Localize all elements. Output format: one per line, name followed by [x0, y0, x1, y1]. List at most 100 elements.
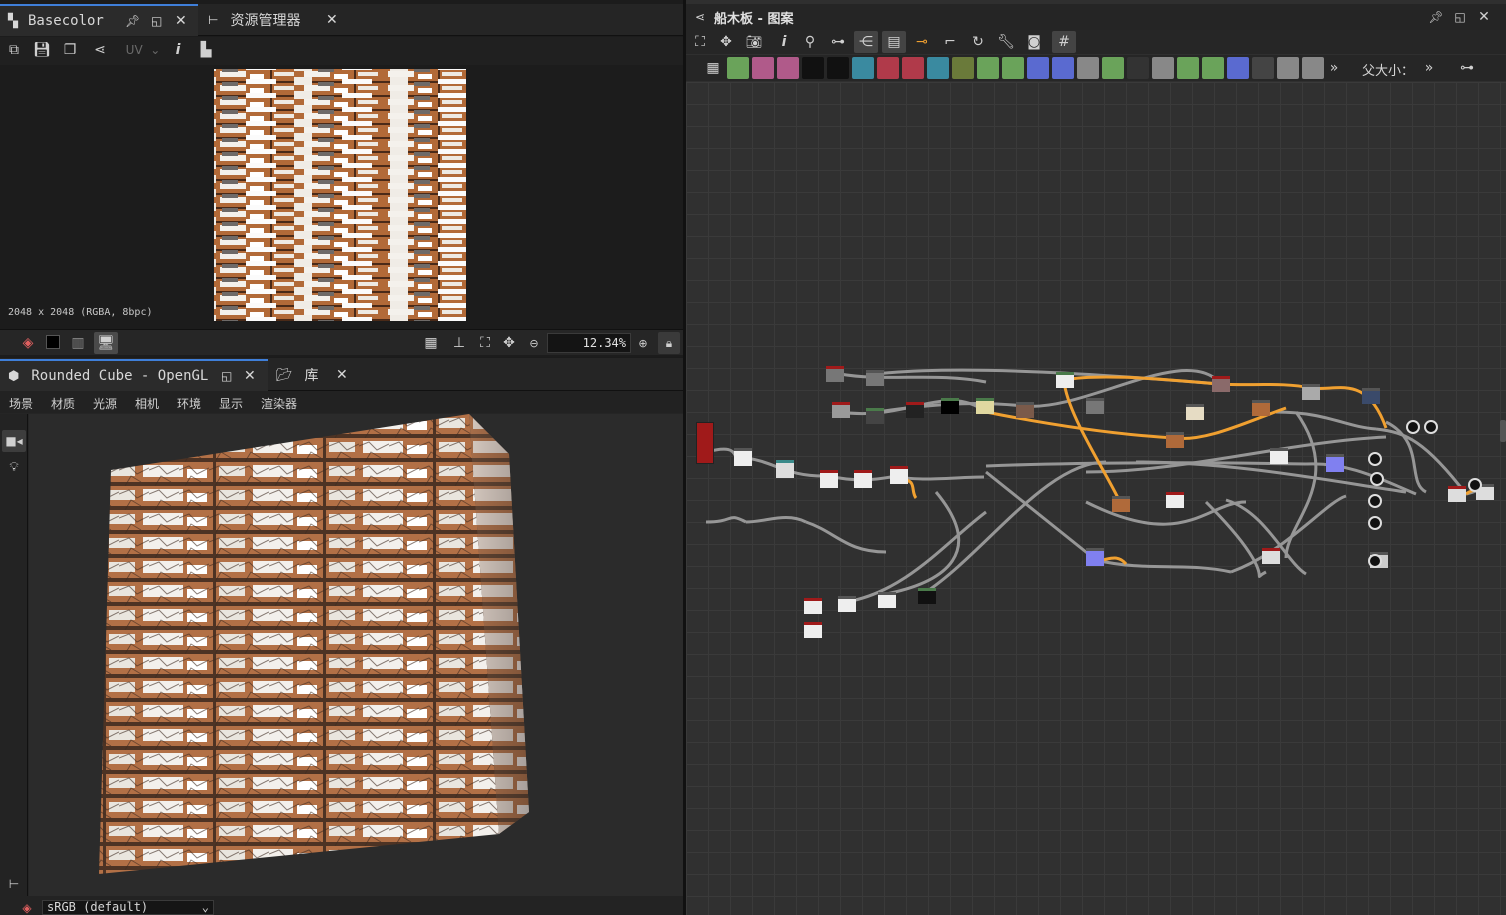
menu-material[interactable]: 材质 — [51, 395, 75, 412]
colorspace-dropdown[interactable]: sRGB (default) ⌄ — [42, 900, 214, 915]
float-icon[interactable]: ◱ — [1450, 7, 1470, 27]
wrench-icon[interactable]: 🔧︎ — [996, 32, 1016, 52]
graph-node[interactable] — [1212, 376, 1230, 392]
graph-node[interactable] — [1086, 398, 1104, 414]
graph-scrollbar[interactable] — [1500, 420, 1506, 442]
tiles-icon[interactable]: ▦ — [421, 333, 441, 353]
black-swatch-button[interactable] — [46, 335, 60, 349]
output-node-icon[interactable] — [1370, 472, 1384, 486]
graph-node[interactable] — [832, 402, 850, 418]
camera-icon[interactable]: ■◂ — [2, 430, 26, 452]
route-icon[interactable]: ⌐ — [940, 32, 960, 52]
info-icon[interactable]: i — [774, 32, 794, 52]
graph-node[interactable] — [1166, 432, 1184, 448]
graph-node[interactable] — [906, 402, 924, 418]
node-palette-icon[interactable] — [1252, 57, 1274, 79]
graph-node[interactable] — [1262, 548, 1280, 564]
graph-node[interactable] — [1056, 372, 1074, 388]
node-palette-icon[interactable] — [1002, 57, 1024, 79]
layers-icon[interactable]: ◈ — [16, 333, 40, 353]
graph-node[interactable] — [1302, 384, 1320, 400]
graph-node[interactable] — [976, 398, 994, 414]
graph-node[interactable] — [804, 598, 822, 614]
zoom-field[interactable]: 12.34% — [547, 333, 631, 353]
graph-node[interactable] — [1252, 400, 1270, 416]
graph-node[interactable] — [838, 596, 856, 612]
outline-icon[interactable]: ⊢ — [2, 874, 26, 894]
node-palette-icon[interactable] — [1077, 57, 1099, 79]
node-palette-icon[interactable] — [1177, 57, 1199, 79]
graph-node[interactable] — [1326, 454, 1344, 472]
node-palette-icon[interactable] — [902, 57, 924, 79]
output-node-icon[interactable] — [1406, 420, 1420, 434]
node-palette-icon[interactable] — [802, 57, 824, 79]
menu-display[interactable]: 显示 — [219, 395, 243, 412]
share-icon[interactable]: ⋖ — [90, 40, 110, 60]
graph-node[interactable] — [804, 622, 822, 638]
frame-icon[interactable]: ⛶ — [690, 32, 710, 52]
link-icon[interactable]: ⊶ — [826, 32, 850, 52]
uv-dropdown[interactable]: UV ⌄ — [122, 40, 164, 60]
save-icon[interactable]: 💾︎ — [32, 40, 52, 60]
menu-lights[interactable]: 光源 — [93, 395, 117, 412]
pin-icon[interactable]: 📌︎ — [125, 14, 140, 28]
graph-node[interactable] — [941, 398, 959, 414]
snapshot-icon[interactable]: ◙ — [1024, 32, 1044, 52]
node-palette-icon[interactable] — [1202, 57, 1224, 79]
tab-rounded-cube[interactable]: ⬢ Rounded Cube - OpenGL ◱ ✕ — [0, 359, 268, 391]
fit-icon[interactable]: ⛶ — [475, 333, 495, 353]
output-node-icon[interactable] — [1368, 554, 1382, 568]
output-node-icon[interactable] — [1368, 494, 1382, 508]
light-bulb-icon[interactable]: 💡︎ — [2, 456, 26, 478]
node-palette-icon[interactable] — [1027, 57, 1049, 79]
display-icon[interactable]: 🖥︎ — [94, 332, 118, 354]
graph-canvas[interactable] — [686, 82, 1506, 915]
zoom-in-icon[interactable]: ⊕ — [635, 333, 651, 353]
graph-node[interactable] — [776, 460, 794, 478]
close-icon[interactable]: ✕ — [336, 367, 348, 383]
graph-node[interactable] — [1112, 496, 1130, 512]
graph-node[interactable] — [826, 366, 844, 382]
tab-library[interactable]: 📂︎ 库 ✕ — [270, 359, 360, 391]
view3d-viewport[interactable] — [29, 414, 683, 896]
node-palette-icon[interactable] — [1277, 57, 1299, 79]
node-palette-icon[interactable] — [777, 57, 799, 79]
graph-node[interactable] — [1362, 388, 1380, 404]
node-palette-icon[interactable] — [877, 57, 899, 79]
node-palette-icon[interactable] — [1052, 57, 1074, 79]
output-node-icon[interactable] — [1368, 516, 1382, 530]
close-icon[interactable]: ✕ — [326, 12, 338, 28]
float-icon[interactable]: ◱ — [221, 369, 232, 383]
graph-node[interactable] — [1086, 548, 1104, 566]
graph-node[interactable] — [696, 422, 714, 464]
graph-node[interactable] — [866, 408, 884, 424]
menu-renderer[interactable]: 渲染器 — [261, 395, 297, 412]
grid-icon[interactable]: ▦ — [702, 57, 724, 79]
node-palette-icon[interactable] — [927, 57, 949, 79]
graph-node[interactable] — [1186, 404, 1204, 420]
menu-camera[interactable]: 相机 — [135, 395, 159, 412]
tab-explorer[interactable]: ⊢ 资源管理器 ✕ — [200, 4, 350, 36]
channels-icon[interactable]: ▥ — [68, 333, 88, 353]
menu-environment[interactable]: 环境 — [177, 395, 201, 412]
copy-icon[interactable]: ⧉ — [4, 40, 24, 60]
node-palette-icon[interactable] — [752, 57, 774, 79]
graph-node[interactable] — [890, 466, 908, 484]
graph-node[interactable] — [878, 592, 896, 608]
output-node-icon[interactable] — [1424, 420, 1438, 434]
node-palette-icon[interactable] — [952, 57, 974, 79]
layout-icon[interactable]: ⋲ — [854, 31, 878, 53]
graph-node[interactable] — [1270, 448, 1288, 464]
pan-icon[interactable]: ✥ — [499, 333, 519, 353]
output-node-icon[interactable] — [1468, 478, 1482, 492]
zoom-icon[interactable]: ⚲ — [800, 32, 820, 52]
node-palette-icon[interactable] — [1227, 57, 1249, 79]
graph-node[interactable] — [820, 470, 838, 488]
node-palette-icon[interactable] — [1127, 57, 1149, 79]
lock-icon[interactable]: 🔒︎ — [658, 332, 680, 354]
export-icon[interactable]: ❐ — [60, 40, 80, 60]
connect-icon[interactable]: ⊸ — [912, 32, 932, 52]
panel-icon[interactable]: ▤ — [882, 31, 906, 53]
histogram-icon[interactable]: ▙ — [196, 40, 216, 60]
pin-icon[interactable]: 📌︎ — [1426, 7, 1446, 27]
